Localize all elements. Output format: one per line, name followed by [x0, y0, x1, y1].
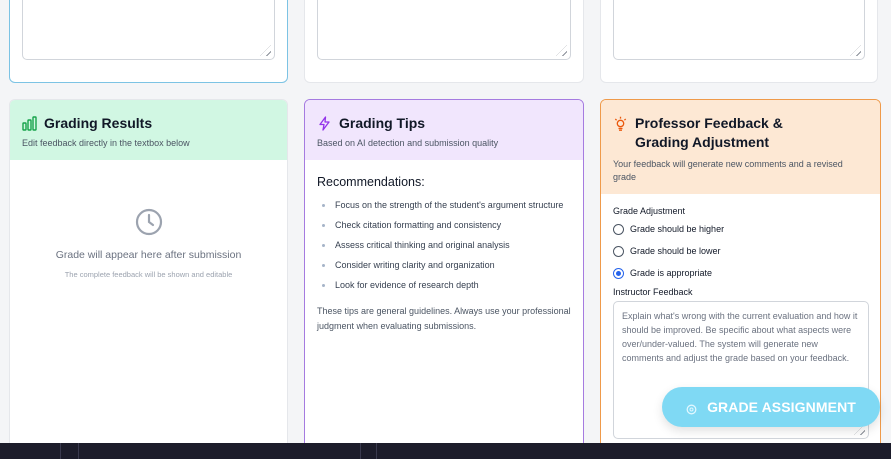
top-textarea-right[interactable]	[613, 0, 865, 60]
grade-assignment-button[interactable]: GRADE ASSIGNMENT	[662, 387, 880, 427]
grading-results-card: Grading Results Edit feedback directly i…	[9, 99, 288, 459]
grading-results-header: Grading Results Edit feedback directly i…	[10, 100, 287, 160]
list-item: Check citation formatting and consistenc…	[321, 217, 571, 234]
bar-chart-icon	[22, 116, 37, 131]
grading-results-subtitle: Edit feedback directly in the textbox be…	[22, 138, 190, 148]
top-textarea-middle[interactable]	[317, 0, 571, 60]
resize-handle-icon[interactable]	[260, 45, 271, 56]
grading-tips-card: Grading Tips Based on AI detection and s…	[304, 99, 584, 459]
radio-label: Grade should be higher	[630, 224, 725, 234]
list-item: Assess critical thinking and original an…	[321, 237, 571, 254]
lightbulb-icon	[613, 116, 628, 131]
list-item: Consider writing clarity and organizatio…	[321, 257, 571, 274]
grade-placeholder-subtext: The complete feedback will be shown and …	[64, 270, 233, 279]
bar-divider	[78, 443, 79, 459]
bar-divider	[60, 443, 61, 459]
recommendations-list: Focus on the strength of the student's a…	[317, 197, 571, 294]
radio-button-selected[interactable]	[613, 267, 624, 279]
textarea-placeholder: Explain what's wrong with the current ev…	[622, 311, 858, 363]
tips-note: These tips are general guidelines. Alway…	[317, 306, 571, 331]
instructor-feedback-label: Instructor Feedback	[613, 287, 693, 297]
top-textarea-left[interactable]	[22, 0, 275, 60]
professor-feedback-header: Professor Feedback & Grading Adjustment …	[601, 100, 880, 194]
grading-tips-header: Grading Tips Based on AI detection and s…	[305, 100, 583, 160]
resize-handle-icon[interactable]	[850, 45, 861, 56]
grade-placeholder-text: Grade will appear here after submission	[55, 249, 242, 261]
recommendations-heading: Recommendations:	[317, 175, 425, 189]
bar-divider	[360, 443, 361, 459]
top-card-right	[600, 0, 878, 83]
radio-button[interactable]	[613, 245, 624, 257]
grading-tips-subtitle: Based on AI detection and submission qua…	[317, 138, 499, 148]
grading-results-body: Grade will appear here after submission …	[10, 160, 287, 279]
grade-option-lower[interactable]: Grade should be lower	[613, 240, 868, 262]
radio-button[interactable]	[613, 223, 624, 235]
clock-icon	[135, 208, 163, 236]
resize-handle-icon[interactable]	[556, 45, 567, 56]
spinner-icon	[686, 402, 697, 414]
professor-feedback-title: Professor Feedback & Grading Adjustment	[635, 115, 783, 150]
radio-label: Grade should be lower	[630, 246, 721, 256]
grade-adjustment-label: Grade Adjustment	[613, 206, 686, 216]
bar-divider	[376, 443, 377, 459]
bottom-bar	[0, 443, 891, 459]
grading-tips-title: Grading Tips	[339, 115, 426, 131]
grade-option-higher[interactable]: Grade should be higher	[613, 218, 868, 240]
grade-assignment-label: GRADE ASSIGNMENT	[707, 399, 856, 415]
grade-option-appropriate[interactable]: Grade is appropriate	[613, 262, 868, 284]
top-card-middle	[304, 0, 584, 83]
top-card-left	[9, 0, 288, 83]
professor-feedback-subtitle: Your feedback will generate new comments…	[613, 159, 843, 182]
radio-label: Grade is appropriate	[630, 268, 713, 278]
list-item: Focus on the strength of the student's a…	[321, 197, 571, 214]
list-item: Look for evidence of research depth	[321, 277, 571, 294]
grading-tips-body: Recommendations: Focus on the strength o…	[305, 160, 583, 349]
lightning-icon	[317, 116, 332, 131]
grading-results-title: Grading Results	[44, 115, 153, 131]
